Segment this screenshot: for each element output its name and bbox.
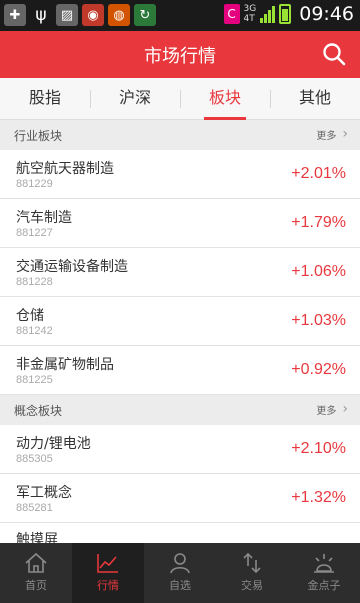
network-type: 3G 4T <box>243 4 257 24</box>
more-label: 更多 <box>316 130 337 142</box>
nav-trade[interactable]: 交易 <box>216 543 288 603</box>
image-icon: ▨ <box>56 4 78 26</box>
notification-icons: ✚ ψ ▨ ◉ ◍ ↻ <box>4 4 156 26</box>
list-item[interactable]: 军工概念 885281 +1.32% <box>0 474 360 523</box>
more-link[interactable]: 更多 › <box>316 126 348 142</box>
sector-name: 航空航天器制造 <box>16 161 114 177</box>
sector-change: +1.03% <box>291 312 346 329</box>
tab-index[interactable]: 股指 <box>0 78 90 119</box>
sector-code: 885305 <box>16 453 53 465</box>
nav-label: 自选 <box>169 579 191 592</box>
add-notification-icon: ✚ <box>4 4 26 26</box>
list-item[interactable]: 触摸屏 <box>0 523 360 543</box>
sector-change: +1.79% <box>291 214 346 231</box>
chevron-right-icon: › <box>342 401 348 417</box>
sector-name: 非金属矿物制品 <box>16 357 114 373</box>
signal-icon <box>260 5 276 23</box>
bottom-nav: 首页 行情 自选 交易 金点子 <box>0 543 360 603</box>
list-item[interactable]: 仓储 881242 +1.03% <box>0 297 360 346</box>
sector-change: +0.92% <box>291 361 346 378</box>
nav-label: 金点子 <box>307 579 341 592</box>
sector-name: 触摸屏 <box>16 532 58 543</box>
nav-ideas[interactable]: 金点子 <box>288 543 360 603</box>
search-icon[interactable] <box>322 42 346 66</box>
sector-code: 881242 <box>16 325 53 337</box>
sector-name: 汽车制造 <box>16 210 72 226</box>
app-header: 市场行情 <box>0 31 360 78</box>
sector-name: 交通运输设备制造 <box>16 259 128 275</box>
sector-code: 881229 <box>16 178 53 190</box>
sync-notification-icon: ↻ <box>134 4 156 26</box>
more-label: 更多 <box>316 405 337 417</box>
sector-change: +1.06% <box>291 263 346 280</box>
list-item[interactable]: 动力/锂电池 885305 +2.10% <box>0 425 360 474</box>
sector-change: +1.32% <box>291 489 346 506</box>
photo-notification-icon: ◍ <box>108 4 130 26</box>
sector-code: 881227 <box>16 227 53 239</box>
nav-market[interactable]: 行情 <box>72 543 144 603</box>
home-icon <box>25 552 47 573</box>
more-link[interactable]: 更多 › <box>316 401 348 417</box>
app-notification-icon: ◉ <box>82 4 104 26</box>
nav-label: 交易 <box>241 579 263 592</box>
sector-name: 军工概念 <box>16 485 72 501</box>
list-item[interactable]: 非金属矿物制品 881225 +0.92% <box>0 346 360 395</box>
concept-sector-header: 概念板块 更多 › <box>0 395 360 425</box>
battery-icon <box>279 4 292 24</box>
list-item[interactable]: 交通运输设备制造 881228 +1.06% <box>0 248 360 297</box>
usb-icon: ψ <box>35 5 47 25</box>
tab-other[interactable]: 其他 <box>270 78 360 119</box>
nav-watchlist[interactable]: 自选 <box>144 543 216 603</box>
chevron-right-icon: › <box>342 126 348 142</box>
section-title: 概念板块 <box>14 404 63 418</box>
sector-change: +2.01% <box>291 165 346 182</box>
trade-icon <box>243 552 261 574</box>
sector-change: +2.10% <box>291 440 346 457</box>
list-item[interactable]: 汽车制造 881227 +1.79% <box>0 199 360 248</box>
nav-label: 行情 <box>97 579 119 592</box>
tab-shanghai-shenzhen[interactable]: 沪深 <box>90 78 180 119</box>
nav-home[interactable]: 首页 <box>0 543 72 603</box>
status-bar: ✚ ψ ▨ ◉ ◍ ↻ C 3G 4T 09:46 <box>0 0 360 31</box>
market-tabs: 股指 沪深 板块 其他 <box>0 78 360 120</box>
list-item[interactable]: 航空航天器制造 881229 +2.01% <box>0 150 360 199</box>
chart-icon <box>97 554 118 573</box>
person-icon <box>170 553 190 574</box>
sector-name: 动力/锂电池 <box>16 436 91 452</box>
sector-code: 885281 <box>16 502 53 514</box>
c-app-icon: C <box>223 4 240 24</box>
page-title: 市场行情 <box>144 46 216 67</box>
sector-code: 881225 <box>16 374 53 386</box>
industry-sector-header: 行业板块 更多 › <box>0 120 360 150</box>
sector-code: 881228 <box>16 276 53 288</box>
section-title: 行业板块 <box>14 129 63 143</box>
nav-label: 首页 <box>25 579 47 592</box>
clock: 09:46 <box>299 3 354 25</box>
idea-icon <box>314 554 334 573</box>
tab-sector[interactable]: 板块 <box>180 78 270 120</box>
sector-name: 仓储 <box>16 308 44 324</box>
